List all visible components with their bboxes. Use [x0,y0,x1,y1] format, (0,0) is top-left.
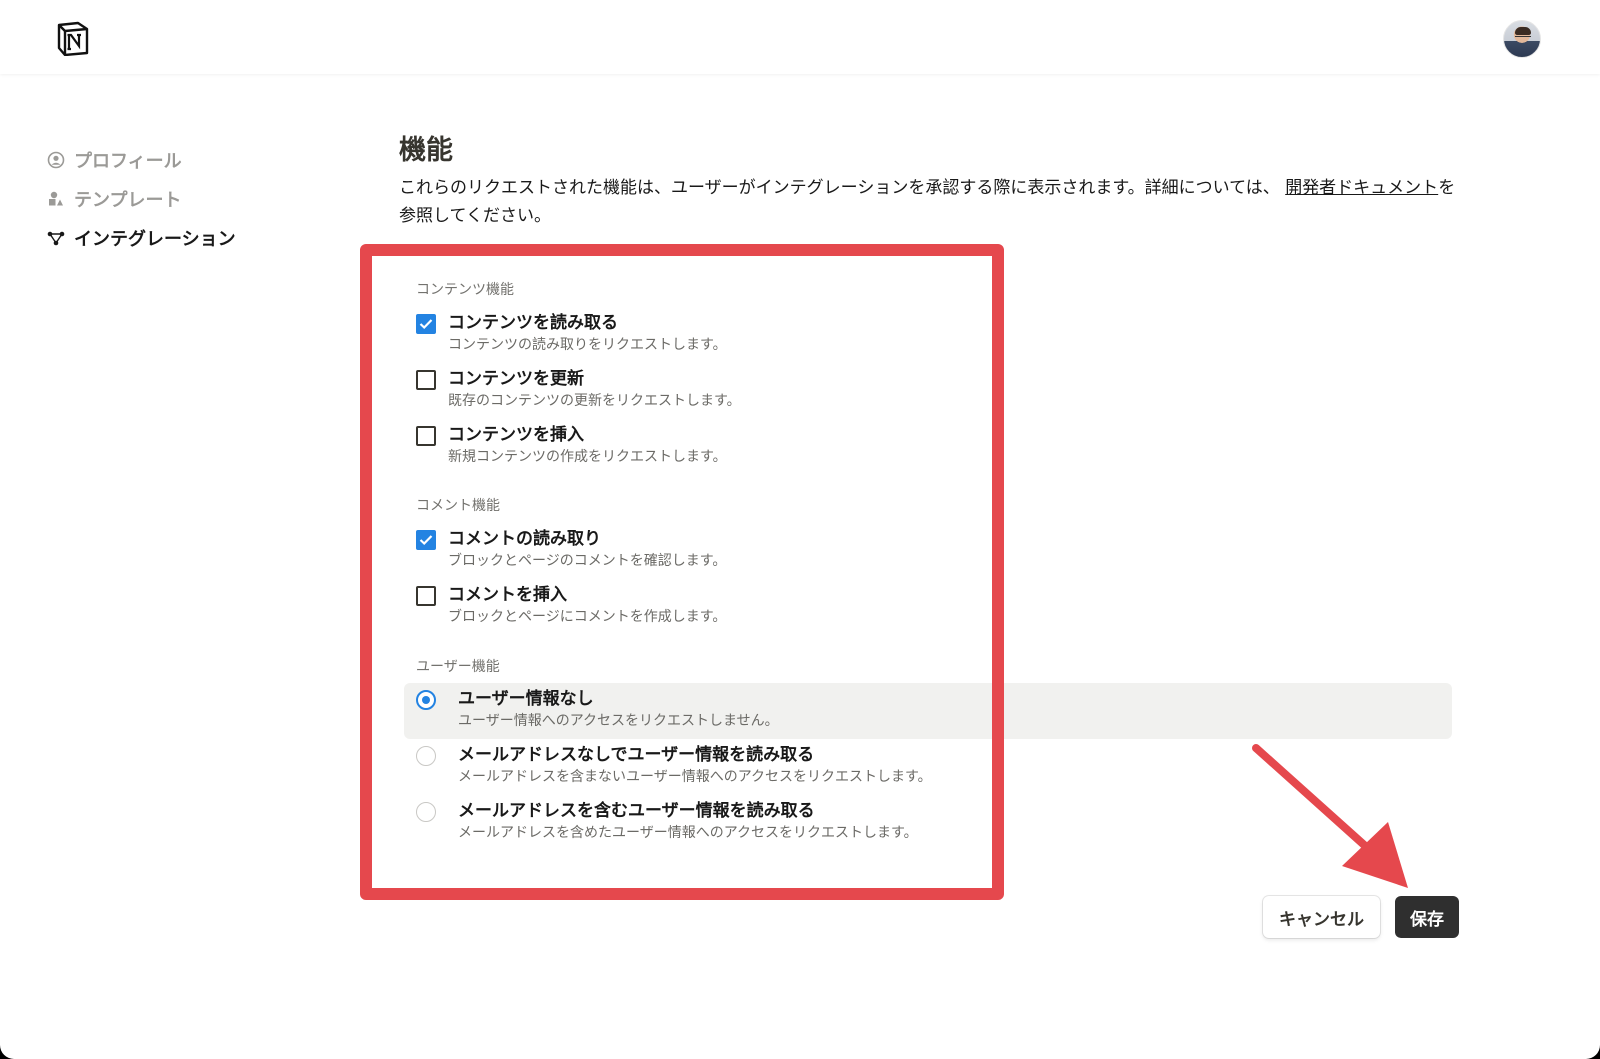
page-title: 機能 [399,135,453,166]
avatar-hair [1515,27,1531,35]
template-icon [46,189,66,209]
notion-logo-icon[interactable] [56,20,90,56]
avatar-glasses [1515,36,1531,39]
sidebar-item-label: テンプレート [74,189,182,211]
sidebar-item-profile[interactable]: プロフィール [46,140,236,179]
annotation-highlight-box [360,244,1004,900]
save-button[interactable]: 保存 [1395,896,1459,938]
profile-icon [46,150,66,170]
page: プロフィール テンプレート インテグレーション 機能 これらのリクエストされた機… [0,0,1600,1059]
sidebar: プロフィール テンプレート インテグレーション [46,140,236,257]
user-avatar[interactable] [1503,20,1541,58]
sidebar-item-label: インテグレーション [74,228,236,250]
page-description: これらのリクエストされた機能は、ユーザーがインテグレーションを承認する際に表示さ… [399,174,1459,230]
developer-docs-link[interactable]: 開発者ドキュメント [1285,178,1438,198]
integration-icon [46,228,66,248]
cancel-button[interactable]: キャンセル [1263,896,1380,938]
sidebar-item-template[interactable]: テンプレート [46,179,236,218]
top-bar [0,0,1600,74]
annotation-arrow-icon [1252,744,1408,888]
main-content: 機能 これらのリクエストされた機能は、ユーザーがインテグレーションを承認する際に… [399,128,1455,230]
sidebar-item-label: プロフィール [74,150,182,172]
sidebar-item-integration[interactable]: インテグレーション [46,218,236,257]
description-text: これらのリクエストされた機能は、ユーザーがインテグレーションを承認する際に表示さ… [399,178,1280,198]
